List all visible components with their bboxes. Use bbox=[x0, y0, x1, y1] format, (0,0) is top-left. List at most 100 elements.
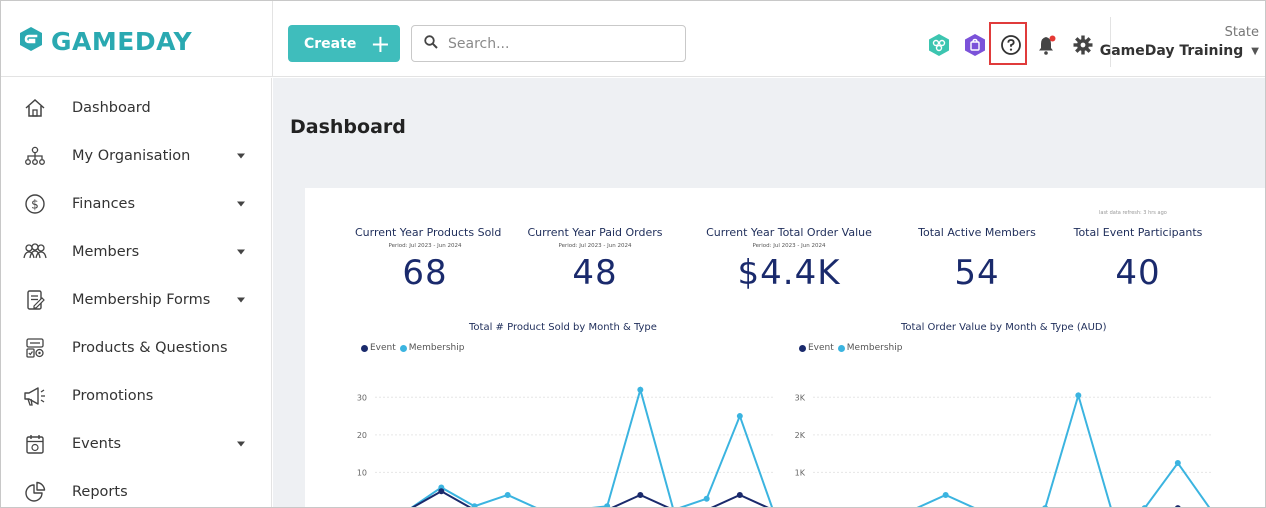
chevron-down-icon bbox=[237, 297, 245, 303]
page-title: Dashboard bbox=[290, 116, 406, 138]
sidebar-item-dashboard[interactable]: Dashboard bbox=[1, 84, 272, 132]
legend-label: Membership bbox=[846, 343, 903, 353]
sidebar-item-label: Members bbox=[72, 244, 140, 260]
order-value-line-chart: 0K1K2K3KNov 2022Jan 2023Mar 2023May 2023… bbox=[795, 391, 1211, 507]
sidebar-item-products-questions[interactable]: Products & Questions bbox=[1, 324, 272, 372]
kpi-total-order-value: Current Year Total Order Value Period: J… bbox=[701, 226, 877, 293]
y-tick-label: 10 bbox=[357, 468, 367, 477]
kpi-value: 48 bbox=[572, 253, 618, 293]
search-icon bbox=[424, 34, 438, 53]
data-point-membership bbox=[504, 491, 511, 498]
sidebar-item-label: Promotions bbox=[72, 388, 154, 404]
kpi-value: 40 bbox=[1115, 253, 1161, 293]
app-window: GAMEDAY Create + Search... State GameDay… bbox=[0, 0, 1266, 508]
data-point-membership bbox=[637, 386, 644, 393]
sidebar-item-label: Events bbox=[72, 436, 122, 452]
sidebar-item-members[interactable]: Members bbox=[1, 228, 272, 276]
legend-label: Event bbox=[370, 343, 396, 353]
data-point-membership bbox=[736, 413, 743, 420]
sidebar: Dashboard My Organisation $ Finances Mem… bbox=[1, 78, 272, 507]
logo[interactable]: GAMEDAY bbox=[17, 25, 192, 57]
series-line-event bbox=[411, 490, 769, 507]
kpi-paid-orders: Current Year Paid Orders Period: Jul 202… bbox=[525, 226, 665, 293]
form-icon bbox=[23, 288, 47, 312]
gear-icon[interactable] bbox=[1065, 27, 1101, 63]
last-refresh-note: last data refresh: 3 hrs ago bbox=[1099, 210, 1167, 216]
sidebar-item-membership-forms[interactable]: Membership Forms bbox=[1, 276, 272, 324]
kpi-period bbox=[1063, 243, 1213, 250]
y-tick-label: 2K bbox=[795, 431, 806, 440]
sidebar-item-my-organisation[interactable]: My Organisation bbox=[1, 132, 272, 180]
divider bbox=[272, 1, 273, 77]
series-line-membership bbox=[410, 386, 774, 507]
kpi-period: Period: Jul 2023 - Jun 2024 bbox=[558, 243, 632, 249]
chevron-down-icon bbox=[237, 153, 245, 159]
kpi-event-participants: Total Event Participants 40 bbox=[1063, 226, 1213, 293]
chevron-down-icon bbox=[237, 201, 245, 207]
legend-swatch bbox=[399, 344, 407, 352]
kpi-period: Period: Jul 2023 - Jun 2024 bbox=[752, 243, 826, 249]
data-point-membership bbox=[942, 491, 949, 498]
chevron-down-icon bbox=[237, 249, 245, 255]
kpi-title: Total Active Members bbox=[918, 226, 1036, 239]
chevron-down-icon: ▼ bbox=[1251, 45, 1259, 57]
gameday-logo-icon bbox=[17, 25, 45, 57]
products-icon bbox=[23, 336, 47, 360]
organisation-selector[interactable]: GameDay Training ▼ bbox=[1100, 43, 1259, 59]
kpi-value: 68 bbox=[402, 253, 448, 293]
plus-icon: + bbox=[370, 29, 391, 58]
y-tick-label: 20 bbox=[357, 431, 367, 440]
chart-legend: Event Membership bbox=[799, 343, 906, 353]
legend-swatch bbox=[837, 344, 845, 352]
sidebar-item-events[interactable]: Events bbox=[1, 420, 272, 468]
dollar-icon: $ bbox=[23, 192, 47, 216]
y-tick-label: 3K bbox=[795, 393, 806, 402]
svg-text:$: $ bbox=[31, 198, 39, 212]
divider bbox=[1110, 17, 1111, 67]
series-line-membership bbox=[916, 391, 1211, 507]
kpi-title: Total Event Participants bbox=[1073, 226, 1203, 239]
data-point-membership bbox=[1174, 460, 1181, 467]
home-icon bbox=[23, 96, 47, 120]
state-label: State bbox=[1224, 25, 1259, 40]
top-bar: GAMEDAY Create + Search... State GameDay… bbox=[1, 1, 1265, 77]
megaphone-icon bbox=[23, 384, 47, 408]
kpi-period bbox=[905, 243, 1049, 250]
y-tick-label: 30 bbox=[357, 393, 367, 402]
y-tick-label: 1K bbox=[795, 468, 806, 477]
sidebar-item-label: Products & Questions bbox=[72, 340, 228, 356]
sidebar-item-finances[interactable]: $ Finances bbox=[1, 180, 272, 228]
data-point-event bbox=[637, 491, 644, 498]
legend-swatch bbox=[361, 344, 368, 352]
sidebar-item-label: Finances bbox=[72, 196, 136, 212]
hexagon-app-icon[interactable] bbox=[921, 27, 957, 63]
sidebar-item-label: Reports bbox=[72, 484, 128, 500]
search-input[interactable] bbox=[448, 35, 668, 52]
calendar-icon bbox=[23, 432, 47, 456]
legend-label: Event bbox=[808, 343, 834, 353]
kpi-title: Current Year Paid Orders bbox=[527, 226, 663, 239]
bag-app-icon[interactable] bbox=[957, 27, 993, 63]
kpi-products-sold: Current Year Products Sold Period: Jul 2… bbox=[355, 226, 502, 293]
dashboard-report-card: last data refresh: 3 hrs ago Current Yea… bbox=[305, 188, 1265, 507]
data-point-event bbox=[736, 491, 743, 498]
data-point-membership bbox=[1075, 392, 1082, 399]
create-button-label: Create bbox=[304, 35, 357, 52]
legend-swatch bbox=[799, 344, 806, 352]
product-sold-line-chart: 0102030Nov 2022Jan 2023Mar 2023May 2023J… bbox=[357, 386, 774, 507]
bell-icon[interactable] bbox=[1029, 27, 1065, 63]
chart-title: Total Order Value by Month & Type (AUD) bbox=[901, 322, 1107, 333]
sidebar-item-label: Membership Forms bbox=[72, 292, 211, 308]
data-point-event bbox=[438, 488, 445, 495]
kpi-value: $4.4K bbox=[737, 253, 841, 293]
sidebar-item-promotions[interactable]: Promotions bbox=[1, 372, 272, 420]
organisation-name: GameDay Training bbox=[1099, 43, 1244, 59]
legend-label: Membership bbox=[408, 343, 465, 353]
kpi-period: Period: Jul 2023 - Jun 2024 bbox=[388, 243, 462, 249]
sidebar-item-label: Dashboard bbox=[72, 100, 151, 116]
chevron-down-icon bbox=[237, 441, 245, 447]
search-box[interactable] bbox=[411, 25, 686, 62]
sidebar-item-reports[interactable]: Reports bbox=[1, 468, 272, 507]
create-button[interactable]: Create + bbox=[288, 25, 400, 62]
kpi-title: Current Year Products Sold bbox=[355, 226, 502, 239]
